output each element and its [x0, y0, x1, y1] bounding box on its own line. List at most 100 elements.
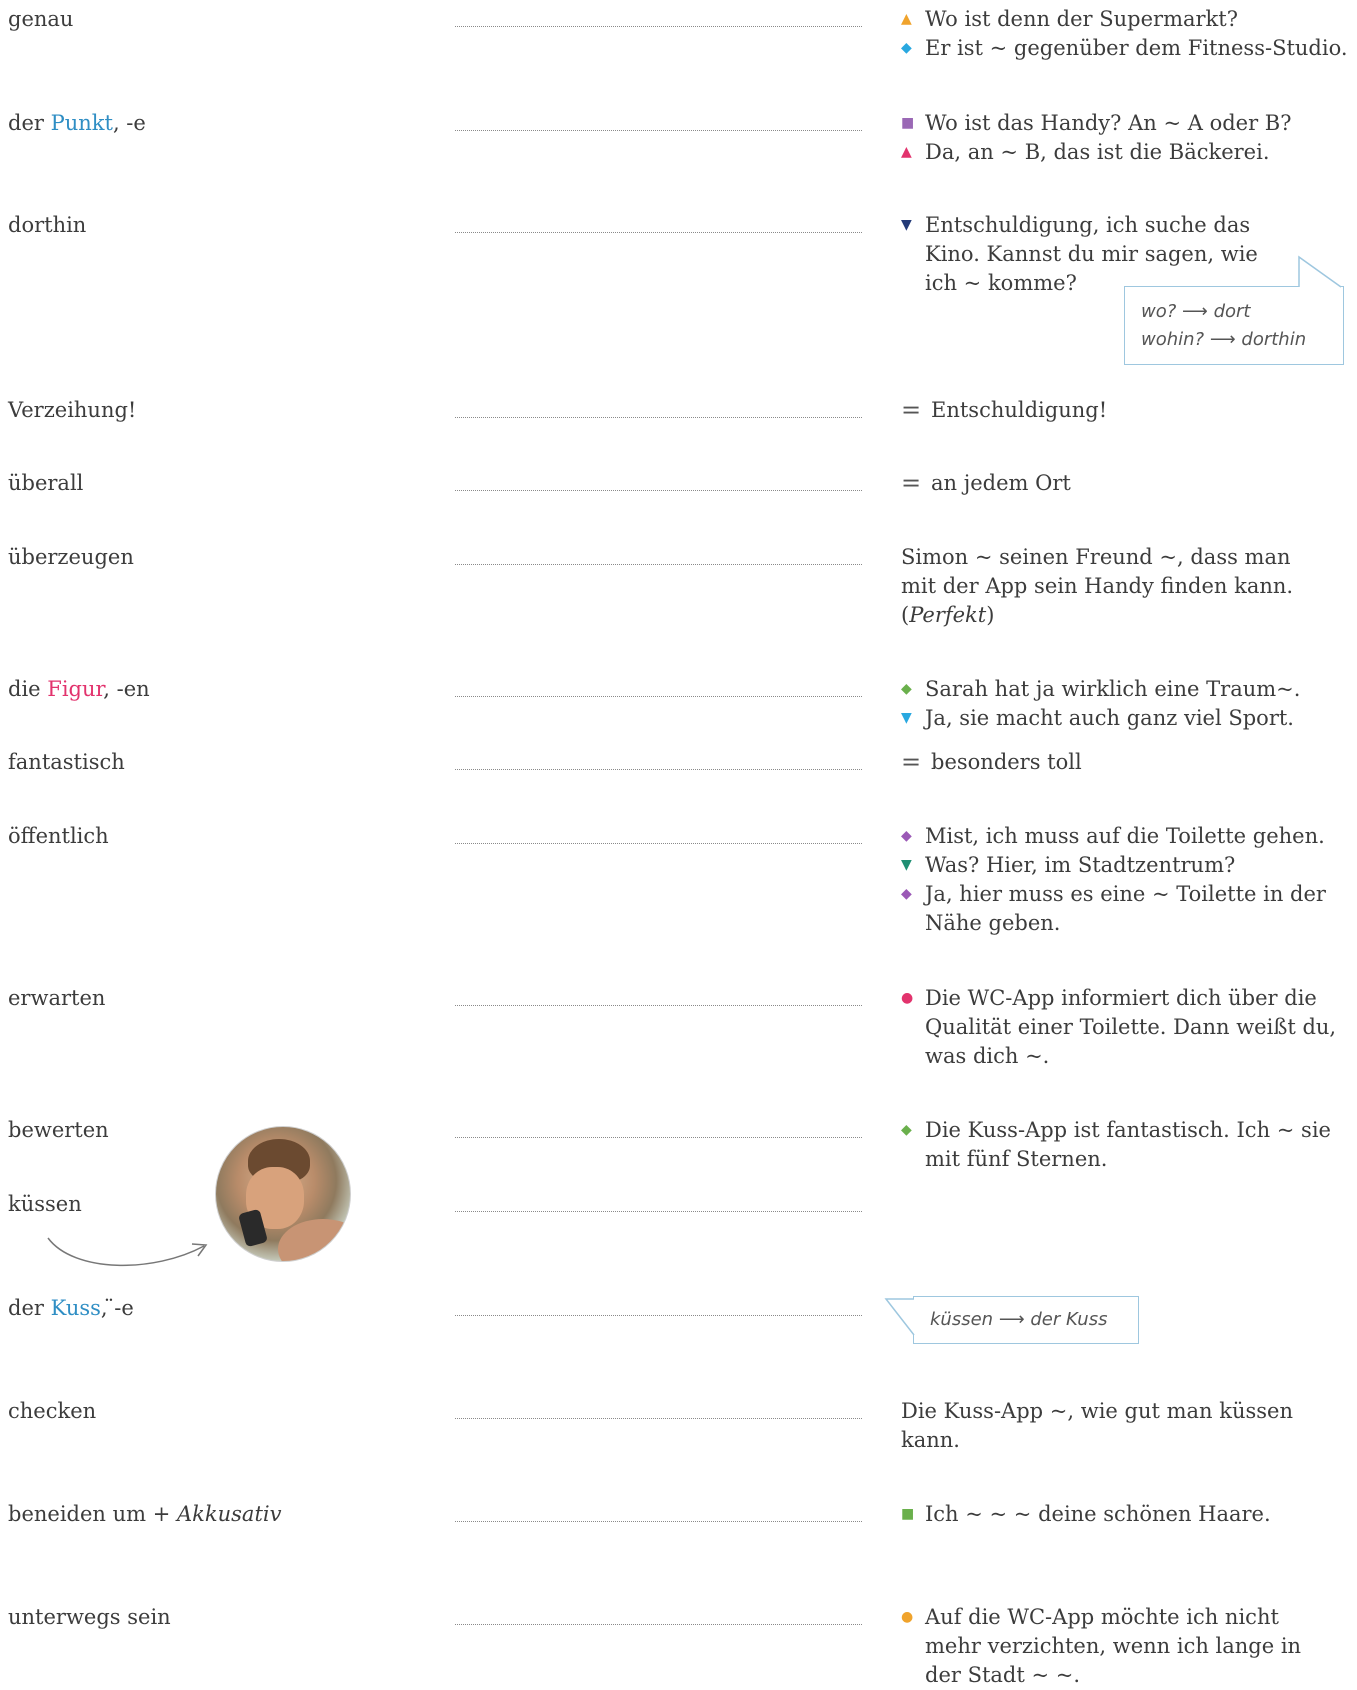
answer-line-kuss[interactable]: [455, 1315, 862, 1316]
example-line: Simon ~ seinen Freund ~, dass man: [901, 545, 1291, 569]
term-kuss: der Kuss, ̈-e: [8, 1294, 134, 1323]
term-article: der: [8, 1296, 51, 1320]
example-line: Ja, sie macht auch ganz viel Sport.: [925, 706, 1294, 730]
term-text: küssen: [8, 1192, 82, 1216]
term-highlight: Punkt: [50, 111, 113, 135]
example-line: Er ist ~ gegenüber dem Fitness-Studio.: [925, 36, 1348, 60]
answer-line-unterwegs[interactable]: [455, 1624, 862, 1625]
term-plural: , ̈-e: [100, 1296, 134, 1320]
note-line-wohin: wohin? ⟶ dorthin: [1141, 326, 1306, 354]
square-icon: ■: [901, 1506, 915, 1522]
term-text: dorthin: [8, 213, 87, 237]
example-line: der Stadt ~ ~.: [925, 1663, 1081, 1687]
answer-line-bewerten[interactable]: [455, 1137, 862, 1138]
term-text: überall: [8, 471, 84, 495]
answer-line-fantastisch[interactable]: [455, 769, 862, 770]
equals-icon: =: [901, 748, 922, 776]
arrow-right-icon: ⟶: [1182, 301, 1208, 322]
term-beneiden: beneiden um + Akkusativ: [8, 1500, 281, 1529]
example-oeffentlich: ◆ Mist, ich muss auf die Toilette gehen. …: [901, 822, 1351, 938]
diamond-icon: ◆: [901, 886, 912, 902]
example-figur: ◆ Sarah hat ja wirklich eine Traum~. ▼ Ja,…: [901, 675, 1351, 733]
example-ueberall: = an jedem Ort: [901, 469, 1351, 498]
answer-line-checken[interactable]: [455, 1418, 862, 1419]
example-line: was dich ~.: [925, 1044, 1050, 1068]
term-case: Akkusativ: [177, 1502, 282, 1526]
example-line: Ich ~ ~ ~ deine schönen Haare.: [925, 1502, 1271, 1526]
tense-hint: Perfekt: [909, 603, 987, 627]
term-ueberall: überall: [8, 469, 83, 498]
example-line: besonders toll: [931, 750, 1082, 774]
example-line: ich ~ komme?: [925, 271, 1077, 295]
term-highlight: Figur: [47, 677, 104, 701]
triangle-down-icon: ▼: [901, 857, 912, 873]
term-checken: checken: [8, 1397, 96, 1426]
answer-line-genau[interactable]: [455, 26, 862, 27]
paren-open: (: [901, 603, 910, 627]
triangle-up-icon: ▲: [901, 11, 912, 27]
term-punkt: der Punkt, -e: [8, 109, 146, 138]
answer-line-dorthin[interactable]: [455, 232, 862, 233]
example-line: Die Kuss-App ~, wie gut man küssen: [901, 1399, 1293, 1423]
example-erwarten: ● Die WC-App informiert dich über die Qua…: [901, 984, 1351, 1071]
answer-line-figur[interactable]: [455, 696, 862, 697]
triangle-down-icon: ▼: [901, 217, 912, 233]
example-ueberzeugen: Simon ~ seinen Freund ~, dass man mit de…: [901, 543, 1351, 630]
answer-line-ueberall[interactable]: [455, 490, 862, 491]
term-fantastisch: fantastisch: [8, 748, 125, 777]
note-kuessen-kuss: küssen ⟶ der Kuss: [884, 1296, 1139, 1344]
note-wo-wohin: wo? ⟶ dort wohin? ⟶ dorthin: [1124, 255, 1344, 365]
term-highlight: Kuss: [50, 1296, 101, 1320]
answer-line-punkt[interactable]: [455, 130, 862, 131]
example-line: Ja, hier muss es eine ~ Toilette in der: [925, 882, 1326, 906]
example-checken: Die Kuss-App ~, wie gut man küssen kann.: [901, 1397, 1351, 1455]
term-text: checken: [8, 1399, 97, 1423]
example-line: Qualität einer Toilette. Dann weißt du,: [925, 1015, 1337, 1039]
equals-icon: =: [901, 396, 922, 424]
diamond-icon: ◆: [901, 828, 912, 844]
answer-line-verzeihung[interactable]: [455, 417, 862, 418]
note-line-wo: wo? ⟶ dort: [1141, 298, 1250, 326]
example-line: Die Kuss-App ist fantastisch. Ich ~ sie: [925, 1118, 1331, 1142]
term-plural: , -en: [103, 677, 150, 701]
note-text: wo?: [1141, 301, 1177, 322]
term-text: Verzeihung!: [8, 398, 137, 422]
example-line: Wo ist denn der Supermarkt?: [925, 7, 1238, 31]
term-genau: genau: [8, 5, 73, 34]
answer-line-oeffentlich[interactable]: [455, 843, 862, 844]
term-bewerten: bewerten: [8, 1116, 109, 1145]
term-kuessen: küssen: [8, 1190, 82, 1219]
circle-icon: ●: [901, 990, 914, 1006]
arrow-right-icon: ⟶: [998, 1309, 1025, 1330]
paren-close: ): [986, 603, 995, 627]
term-text: bewerten: [8, 1118, 109, 1142]
note-line-kuss: küssen ⟶ der Kuss: [930, 1306, 1107, 1334]
example-line: Nähe geben.: [925, 911, 1061, 935]
curved-arrow-icon: [47, 1237, 208, 1266]
example-line: Sarah hat ja wirklich eine Traum~.: [925, 677, 1301, 701]
answer-line-ueberzeugen[interactable]: [455, 564, 862, 565]
term-text: fantastisch: [8, 750, 125, 774]
example-line: mit der App sein Handy finden kann.: [901, 574, 1294, 598]
answer-line-beneiden[interactable]: [455, 1521, 862, 1522]
circle-icon: ●: [901, 1609, 914, 1625]
example-bewerten: ◆ Die Kuss-App ist fantastisch. Ich ~ sie…: [901, 1116, 1351, 1174]
arrow-right-icon: ⟶: [1209, 329, 1236, 350]
answer-line-erwarten[interactable]: [455, 1005, 862, 1006]
example-line: Wo ist das Handy? An ~ A oder B?: [925, 111, 1292, 135]
term-article: die: [8, 677, 48, 701]
term-erwarten: erwarten: [8, 984, 105, 1013]
term-text: genau: [8, 7, 74, 31]
example-line: Was? Hier, im Stadtzentrum?: [925, 853, 1236, 877]
term-verzeihung: Verzeihung!: [8, 396, 136, 425]
example-line: Entschuldigung, ich suche das: [925, 213, 1251, 237]
term-figur: die Figur, -en: [8, 675, 150, 704]
diamond-icon: ◆: [901, 681, 912, 697]
term-ueberzeugen: überzeugen: [8, 543, 134, 572]
example-beneiden: ■ Ich ~ ~ ~ deine schönen Haare.: [901, 1500, 1351, 1529]
term-unterwegs: unterwegs sein: [8, 1603, 171, 1632]
answer-line-kuessen[interactable]: [455, 1211, 862, 1212]
kissing-man-photo: [215, 1126, 351, 1262]
diamond-icon: ◆: [901, 40, 912, 56]
example-line: mit fünf Sternen.: [925, 1147, 1108, 1171]
